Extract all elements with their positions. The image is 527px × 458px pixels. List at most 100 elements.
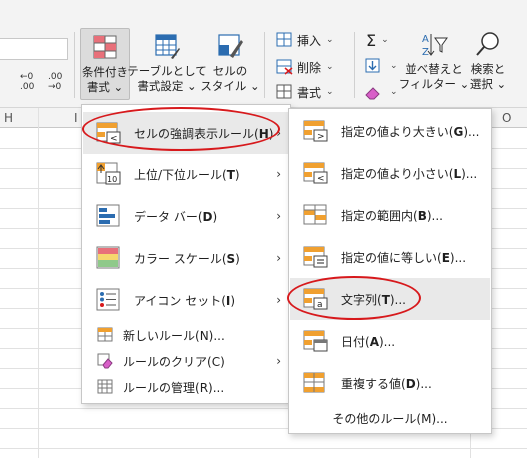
svg-text:<: < [317, 174, 325, 184]
duplicate-values-icon [303, 372, 325, 393]
clear-rules-icon [97, 353, 113, 369]
format-cells-icon [276, 84, 292, 99]
menu-item-label: 文字列(T)... [341, 292, 406, 307]
cell-styles-label-1: セルの [212, 64, 248, 78]
name-box[interactable] [0, 38, 68, 60]
menu-item-label: データ バー(D) [134, 209, 218, 224]
submenu-item-equal-to[interactable]: 指定の値に等しい(E)... [290, 236, 490, 278]
cell-styles-button[interactable]: セルの スタイル ⌄ [200, 32, 260, 94]
format-button[interactable]: 書式 ⌄ [276, 82, 334, 102]
group-separator [264, 32, 265, 98]
find-select-label-1: 検索と [470, 62, 506, 76]
menu-item-label: セルの強調表示ルール(H) [134, 126, 274, 141]
menu-item-top-bottom-rules[interactable]: 10 上位/下位ルール(T) › [83, 153, 289, 195]
menu-item-label: 重複する値(D)... [341, 376, 432, 391]
menu-item-highlight-cells-rules[interactable]: < セルの強調表示ルール(H) › [83, 112, 289, 154]
sort-filter-button[interactable]: A Z 並べ替えと フィルター ⌄ [399, 30, 469, 92]
ribbon: ←0.00 .00 →0 条件付き 書式 ⌄ テーブルとして 書式設定 ⌄ セル… [0, 0, 527, 108]
chevron-down-icon: ⌄ [390, 87, 398, 97]
menu-item-new-rule[interactable]: 新しいルール(N)... [83, 323, 289, 347]
format-as-table-label-2: 書式設定 ⌄ [137, 79, 197, 93]
less-than-icon: < [303, 162, 328, 184]
svg-text:Z: Z [422, 47, 429, 58]
submenu-item-between[interactable]: 指定の範囲内(B)... [290, 194, 490, 236]
fill-down-icon [365, 58, 380, 73]
menu-item-label: ルールのクリア(C) [123, 354, 225, 369]
autosum-icon: Σ [366, 30, 377, 50]
color-scales-icon [96, 246, 120, 269]
svg-text:a: a [317, 300, 323, 310]
data-bars-icon [96, 204, 120, 227]
decrease-decimal-button[interactable]: ←0.00 [20, 72, 34, 92]
cell-styles-label-2: スタイル ⌄ [200, 79, 260, 93]
submenu-item-date-occurring[interactable]: 日付(A)... [290, 320, 490, 362]
format-as-table-icon [155, 34, 180, 59]
text-contains-icon: a [303, 288, 328, 310]
menu-item-label: 日付(A)... [341, 334, 396, 349]
menu-item-label: アイコン セット(I) [134, 293, 236, 308]
submenu-item-duplicate-values[interactable]: 重複する値(D)... [290, 362, 490, 404]
menu-item-label: その他のルール(M)... [332, 411, 448, 426]
menu-item-label: ルールの管理(R)... [123, 380, 225, 395]
new-rule-icon [97, 327, 113, 342]
chevron-right-icon: › [276, 126, 281, 140]
submenu-item-less-than[interactable]: < 指定の値より小さい(L)... [290, 152, 490, 194]
insert-label: 挿入 [297, 33, 322, 48]
menu-item-clear-rules[interactable]: ルールのクリア(C) › [83, 349, 289, 373]
menu-item-icon-sets[interactable]: アイコン セット(I) › [83, 279, 289, 321]
svg-text:<: < [110, 134, 118, 144]
menu-item-label: 上位/下位ルール(T) [134, 167, 240, 182]
grid-line [38, 108, 39, 458]
find-select-label-2: 選択 ⌄ [469, 77, 507, 91]
eraser-icon [365, 87, 380, 100]
chevron-right-icon: › [276, 167, 281, 181]
column-header-i[interactable]: I [74, 111, 78, 125]
chevron-right-icon: › [276, 209, 281, 223]
menu-item-label: 指定の値より小さい(L)... [341, 166, 478, 181]
chevron-right-icon: › [276, 293, 281, 307]
insert-button[interactable]: 挿入 ⌄ [276, 30, 334, 50]
magnifier-icon [476, 32, 499, 56]
fill-button[interactable]: ⌄ [364, 56, 398, 76]
chevron-down-icon: ⌄ [326, 87, 334, 97]
clear-button[interactable]: ⌄ [364, 82, 398, 102]
svg-text:A: A [422, 34, 429, 45]
chevron-right-icon: › [276, 251, 281, 265]
submenu-item-greater-than[interactable]: > 指定の値より大きい(G)... [290, 110, 490, 152]
submenu-item-text-contains[interactable]: a 文字列(T)... [290, 278, 490, 320]
sort-filter-label-1: 並べ替えと [405, 62, 463, 76]
sort-filter-icon: A Z [422, 34, 448, 58]
sort-filter-label-2: フィルター ⌄ [398, 77, 470, 91]
delete-label: 削除 [297, 60, 322, 75]
menu-item-data-bars[interactable]: データ バー(D) › [83, 195, 289, 237]
column-header-h[interactable]: H [4, 111, 13, 125]
delete-cells-icon [276, 59, 293, 75]
conditional-formatting-button[interactable]: 条件付き 書式 ⌄ [80, 28, 130, 100]
menu-item-label: 新しいルール(N)... [123, 328, 225, 343]
delete-button[interactable]: 削除 ⌄ [276, 57, 334, 77]
column-header-o[interactable]: O [502, 111, 511, 125]
group-separator [354, 32, 355, 98]
chevron-down-icon: ⌄ [326, 35, 334, 45]
submenu-item-more-rules[interactable]: その他のルール(M)... [290, 406, 490, 430]
conditional-formatting-icon [93, 35, 117, 59]
grid-line [0, 448, 527, 449]
increase-decimal-button[interactable]: .00 →0 [48, 72, 62, 92]
find-select-button[interactable]: 検索と 選択 ⌄ [466, 30, 510, 92]
format-label: 書式 [297, 85, 322, 100]
equal-to-icon [303, 246, 328, 268]
conditional-formatting-menu: < セルの強調表示ルール(H) › 10 上位/下位ルール(T) › データ バ… [81, 104, 291, 404]
autosum-button[interactable]: Σ ⌄ [366, 30, 389, 50]
menu-item-label: カラー スケール(S) [134, 251, 240, 266]
between-icon [303, 204, 327, 225]
menu-item-manage-rules[interactable]: ルールの管理(R)... [83, 375, 289, 399]
manage-rules-icon [97, 379, 113, 394]
svg-text:10: 10 [107, 175, 117, 184]
greater-than-icon: > [303, 120, 328, 142]
highlight-cells-rules-icon: < [96, 122, 121, 144]
menu-item-color-scales[interactable]: カラー スケール(S) › [83, 237, 289, 279]
format-as-table-button[interactable]: テーブルとして 書式設定 ⌄ [127, 32, 207, 94]
conditional-formatting-label-2: 書式 ⌄ [86, 80, 124, 94]
highlight-cells-rules-submenu: > 指定の値より大きい(G)... < 指定の値より小さい(L)... 指定の範… [288, 108, 492, 434]
chevron-down-icon: ⌄ [326, 62, 334, 72]
